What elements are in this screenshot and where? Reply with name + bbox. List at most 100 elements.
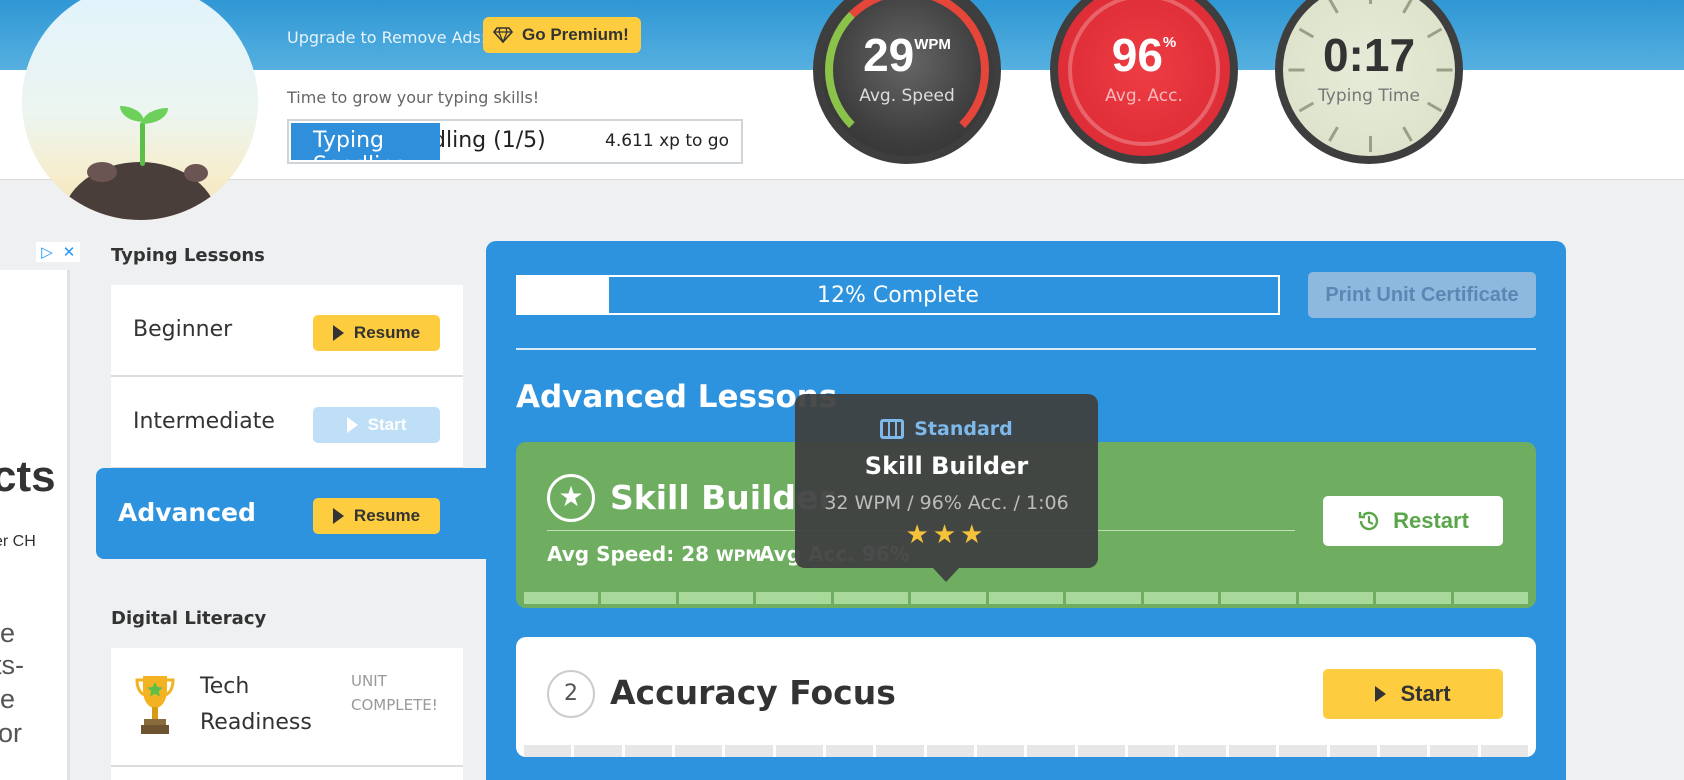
typing-time-label: Typing Time [1318, 86, 1420, 106]
screen-segment [833, 592, 909, 604]
clock-tick [1402, 0, 1413, 14]
lesson-card-accuracy-focus[interactable]: 2 Accuracy Focus Start [516, 637, 1536, 757]
lesson-name: Readiness [200, 710, 312, 735]
tooltip-stats: 32 WPM / 96% Acc. / 1:06 [824, 492, 1069, 514]
restart-label: Restart [1393, 508, 1469, 533]
screen-segment [1178, 745, 1226, 757]
screen-segment [1143, 592, 1219, 604]
lesson-beginner[interactable]: Beginner Resume [111, 285, 463, 377]
typing-lessons-heading: Typing Lessons [111, 245, 265, 266]
start-label: Start [1400, 681, 1451, 706]
ad-text: or [0, 718, 23, 748]
screen-segment [1221, 592, 1296, 604]
print-certificate-button[interactable]: Print Unit Certificate [1308, 272, 1536, 318]
screen-segment [1430, 745, 1478, 757]
tooltip-type-label: Standard [914, 418, 1013, 440]
start-button[interactable]: Start [313, 407, 440, 443]
screen-segment [1453, 592, 1529, 604]
lesson-name: Advanced [118, 498, 256, 527]
ad-text: ts- [0, 650, 24, 680]
ad-info-icon[interactable]: ▷ [36, 242, 58, 262]
typing-lessons-card: Beginner Resume Intermediate Start [111, 285, 463, 469]
divider [516, 348, 1536, 350]
seedling-icon [140, 122, 145, 166]
screen-segment [977, 745, 1025, 757]
resume-button[interactable]: Resume [313, 315, 440, 351]
ad-choices[interactable]: ▷ ✕ [36, 242, 80, 262]
ad-close-icon[interactable]: ✕ [58, 242, 80, 262]
unit-progress-text: 12% Complete [817, 283, 979, 308]
play-icon [1375, 686, 1387, 702]
lesson-advanced[interactable]: Advanced Resume [96, 468, 490, 559]
level-progress-bar: Typing Seedling (1/5) Typing Seedling (1… [287, 119, 743, 164]
lesson-title: Accuracy Focus [610, 673, 896, 712]
play-icon [332, 325, 344, 341]
ad-text: cts [0, 452, 56, 501]
ad-text: e [0, 684, 16, 714]
trophy-icon [135, 676, 175, 734]
section-title: Advanced Lessons [516, 379, 838, 415]
go-premium-button[interactable]: Go Premium! [483, 17, 641, 53]
lesson-name: Intermediate [133, 409, 275, 434]
lesson-number: 2 [547, 670, 595, 718]
digital-literacy-card: Tech Readiness UNIT COMPLETE! [111, 648, 463, 780]
clock-tick [1328, 0, 1339, 14]
screen-segment [988, 592, 1064, 604]
level-avatar [22, 0, 258, 220]
unit-progress-bar: 12% Complete [516, 275, 1280, 315]
screen-segment [725, 745, 773, 757]
digital-literacy-heading: Digital Literacy [111, 608, 267, 629]
clock-tick [1402, 126, 1413, 142]
start-label: Start [367, 415, 407, 434]
screen-segment [876, 745, 924, 757]
tooltip-type: Standard [795, 418, 1098, 440]
screen-segment [624, 745, 673, 757]
screen-progress-segments [516, 745, 1536, 757]
upgrade-text: Upgrade to Remove Ads: [287, 28, 487, 47]
resume-label: Resume [353, 506, 421, 525]
avg-speed-stat: Avg Speed: 28 WPM [547, 542, 762, 566]
clock-tick [1369, 136, 1372, 152]
screen-segment [1066, 592, 1141, 604]
screen-segment [601, 592, 676, 604]
lesson-intermediate[interactable]: Intermediate Start [111, 377, 463, 469]
avg-accuracy-unit: % [1162, 34, 1177, 51]
screen-segment [826, 745, 874, 757]
screen-segment [1329, 745, 1377, 757]
clock-tick [1369, 0, 1372, 4]
screen-segment [1298, 592, 1374, 604]
lesson-tooltip: Standard Skill Builder 32 WPM / 96% Acc.… [795, 394, 1098, 582]
screen-segment [756, 592, 831, 604]
screen-segment [911, 592, 986, 604]
lesson-tech-readiness[interactable]: Tech Readiness UNIT COMPLETE! [111, 648, 463, 767]
grow-text: Time to grow your typing skills! [287, 88, 540, 107]
screen-segment [775, 745, 824, 757]
ad-text: e [0, 618, 16, 648]
unit-complete-status: COMPLETE! [351, 696, 438, 714]
screen-segment [524, 745, 572, 757]
screen-segment [1228, 745, 1277, 757]
avg-accuracy-label: Avg. Acc. [1105, 86, 1183, 106]
level-name-overlay: Typing Seedling (1/5) [313, 128, 408, 160]
resume-label: Resume [353, 323, 421, 342]
go-premium-label: Go Premium! [522, 25, 629, 44]
screen-segment [1480, 745, 1528, 757]
restart-button[interactable]: Restart [1323, 496, 1503, 546]
play-icon [332, 508, 344, 524]
screen-segment [926, 745, 975, 757]
lesson-name: Beginner [133, 317, 233, 342]
avg-accuracy-value: 96 [1111, 29, 1163, 81]
ad-text: er CH [0, 533, 36, 550]
resume-button[interactable]: Resume [313, 498, 440, 534]
avg-speed-value: 29 [863, 29, 915, 81]
screen-segment [1376, 592, 1451, 604]
typing-time-value: 0:17 [1322, 29, 1416, 81]
screen-progress-segments [516, 592, 1536, 604]
lesson-name: Tech [200, 674, 250, 699]
star-icon: ★ [547, 474, 595, 522]
avg-speed-label: Avg. Speed [859, 86, 955, 106]
screen-segment [1128, 745, 1176, 757]
start-button[interactable]: Start [1323, 669, 1503, 719]
screen-segment [524, 592, 599, 604]
screen-segment [1027, 745, 1075, 757]
